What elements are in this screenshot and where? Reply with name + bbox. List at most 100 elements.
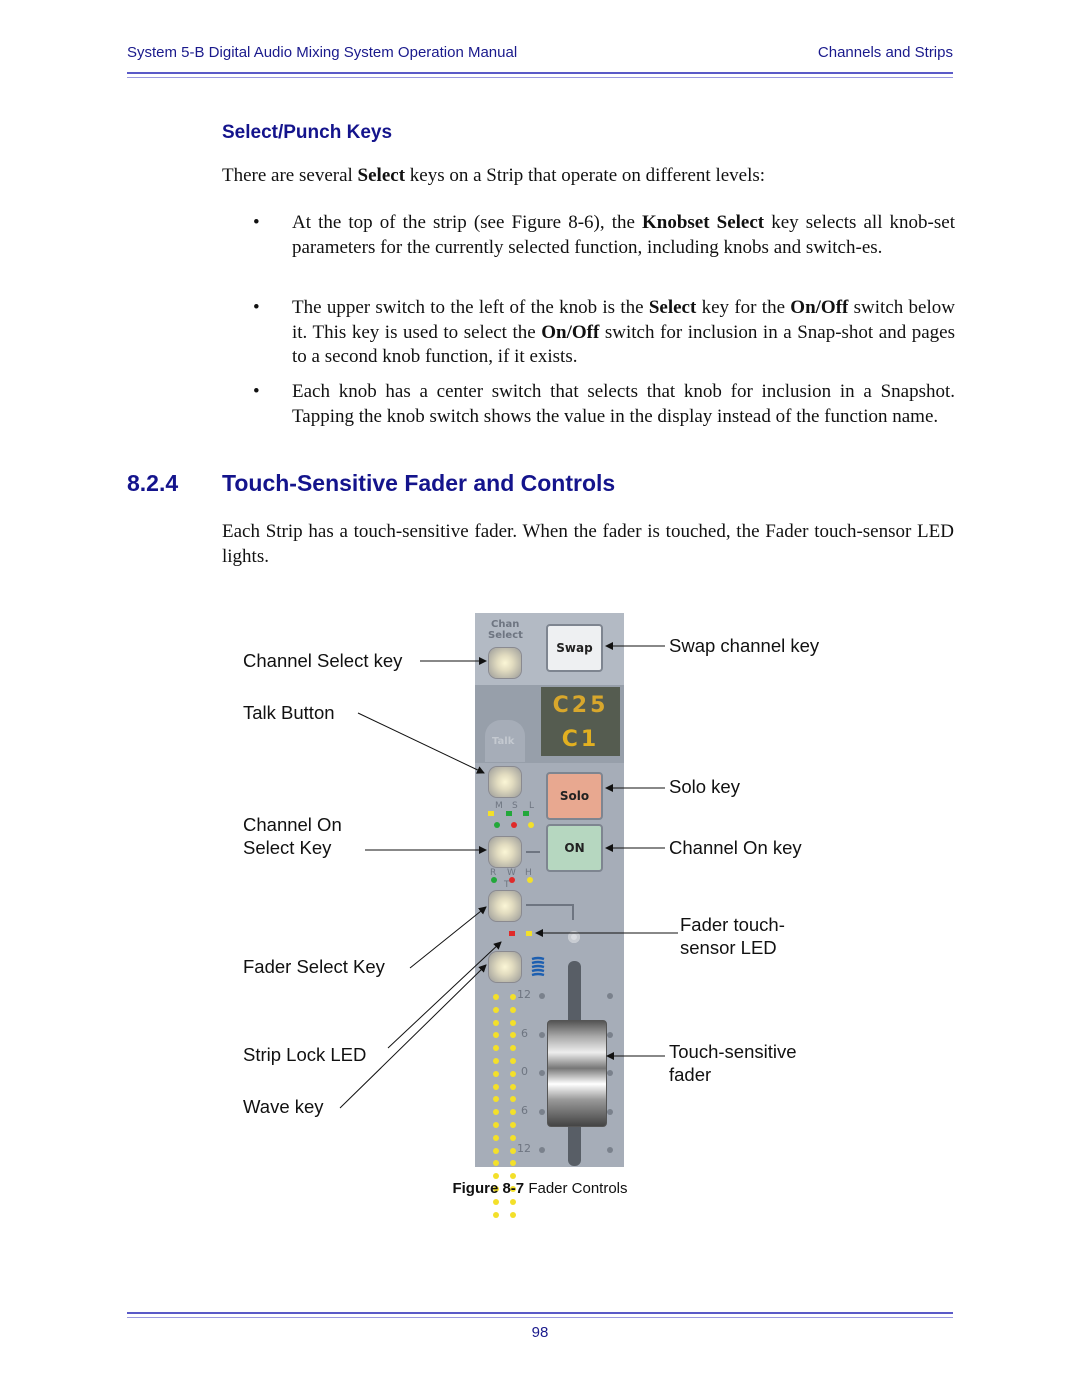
label-channel-on: Channel On key	[669, 837, 802, 858]
meter-led	[510, 1058, 516, 1064]
bullet-item: • The upper switch to the left of the kno…	[253, 296, 955, 370]
scale-tick-label: 12	[517, 1142, 531, 1155]
bullet-item: • Each knob has a center switch that sele…	[253, 380, 955, 429]
scale-dot	[607, 1031, 613, 1038]
meter-led	[493, 1006, 499, 1013]
label-fader-select: Fader Select Key	[243, 956, 385, 977]
label-channel-select: Channel Select key	[243, 650, 403, 671]
meter-led	[493, 1173, 499, 1180]
meter-led	[493, 1160, 499, 1167]
meter-led	[510, 994, 516, 1000]
meter-led	[510, 1122, 516, 1128]
talk-button[interactable]	[489, 767, 521, 797]
chan-select-label-2: Select	[488, 630, 523, 641]
header-chapter: Channels and Strips	[817, 44, 953, 61]
touch-sensitive-fader[interactable]	[547, 1020, 607, 1127]
fader-select-key[interactable]	[489, 891, 521, 921]
bullet-item: • At the top of the strip (see Figure 8-6…	[253, 211, 955, 260]
label-channel-on-2: Select Key	[243, 837, 332, 858]
label-talk: Talk Button	[243, 702, 335, 723]
meter-led	[493, 1211, 499, 1218]
meter-led	[493, 994, 499, 1000]
label-touch-led-1: Fader touch-	[680, 914, 785, 935]
channel-on-select-key[interactable]	[489, 837, 521, 867]
bullet-text: At the top of the strip (see Figure 8-6)…	[292, 212, 955, 258]
label-strip-lock: Strip Lock LED	[243, 1044, 367, 1065]
scale-dot	[607, 1108, 613, 1115]
meter-led	[510, 1083, 516, 1090]
channel-display: C25 C1	[541, 687, 620, 756]
meter-led	[493, 1058, 499, 1064]
scale-dot	[539, 1070, 545, 1076]
scale-tick-label: 6	[521, 1103, 528, 1117]
meter-led	[510, 1045, 516, 1052]
meter-led	[493, 1019, 499, 1026]
channel-on-key[interactable]: ON	[546, 824, 603, 872]
meter-led	[510, 1147, 516, 1154]
footer-rule	[127, 1312, 953, 1318]
meter-led	[510, 1096, 516, 1103]
meter-led	[510, 1134, 516, 1141]
scale-dot	[607, 1070, 613, 1076]
meter-led	[510, 1173, 516, 1180]
meter-led	[493, 1083, 499, 1090]
meter-led	[493, 1045, 499, 1052]
fader-touch-sensor-led	[526, 931, 532, 936]
display-line-2: C1	[561, 727, 600, 752]
meter-led	[510, 1019, 516, 1026]
page-number: 98	[531, 1324, 549, 1341]
wave-key[interactable]	[489, 952, 521, 982]
bullet-text: The upper switch to the left of the knob…	[292, 297, 955, 367]
section-title: Touch-Sensitive Fader and Controls	[222, 470, 616, 496]
scale-dot	[607, 993, 613, 999]
swap-channel-key[interactable]: Swap	[546, 624, 603, 672]
meter-led	[510, 1198, 516, 1205]
label-fader-1: Touch-sensitive	[669, 1041, 797, 1062]
label-channel-on-1: Channel On	[243, 814, 342, 835]
meter-led	[493, 1109, 499, 1116]
meter-led	[493, 1096, 499, 1103]
yellow-led	[528, 822, 534, 828]
scale-dot	[539, 1108, 545, 1115]
section-number: 8.2.4	[127, 470, 179, 496]
green-led	[494, 822, 500, 828]
scale-tick-label: 0	[521, 1065, 528, 1078]
figure-caption: Figure 8-7 Fader Controls	[452, 1180, 628, 1197]
label-fader-2: fader	[669, 1064, 712, 1085]
meter-led	[510, 1070, 516, 1077]
scale-dot	[539, 1031, 545, 1038]
label-wave: Wave key	[243, 1096, 324, 1117]
bullet-text: Each knob has a center switch that selec…	[292, 381, 955, 427]
label-swap: Swap channel key	[669, 635, 820, 656]
talk-tab: Talk	[485, 720, 525, 762]
red-led	[511, 822, 517, 828]
t-label: T	[504, 880, 510, 890]
display-line-1: C25	[552, 693, 609, 718]
meter-led	[493, 1070, 499, 1077]
label-touch-led-2: sensor LED	[680, 937, 777, 958]
solo-key[interactable]: Solo	[546, 772, 603, 820]
meter-led	[510, 1211, 516, 1218]
channel-select-key[interactable]	[489, 648, 521, 678]
meter-led	[510, 1006, 516, 1013]
touch-indicator	[568, 931, 580, 943]
scale-tick-label: 12	[517, 988, 531, 1001]
scale-dot	[539, 993, 545, 999]
meter-led	[510, 1032, 516, 1039]
meter-led	[510, 1109, 516, 1116]
wave-icon	[530, 956, 546, 978]
meter-led	[493, 1122, 499, 1128]
strip-lock-led	[509, 931, 515, 936]
scale-tick-label: 6	[521, 1026, 528, 1040]
meter-led	[510, 1160, 516, 1167]
meter-led	[493, 1147, 499, 1154]
subsection-intro: There are several Select keys on a Strip…	[222, 165, 766, 186]
scale-dot	[539, 1147, 545, 1153]
section-body: Each Strip has a touch-sensitive fader. …	[222, 521, 954, 567]
header-manual-title: System 5-B Digital Audio Mixing System O…	[127, 44, 518, 61]
chan-select-label-1: Chan	[491, 619, 520, 630]
subsection-title: Select/Punch Keys	[222, 122, 393, 143]
label-solo: Solo key	[669, 776, 740, 797]
meter-led	[493, 1198, 499, 1205]
meter-led	[493, 1032, 499, 1039]
